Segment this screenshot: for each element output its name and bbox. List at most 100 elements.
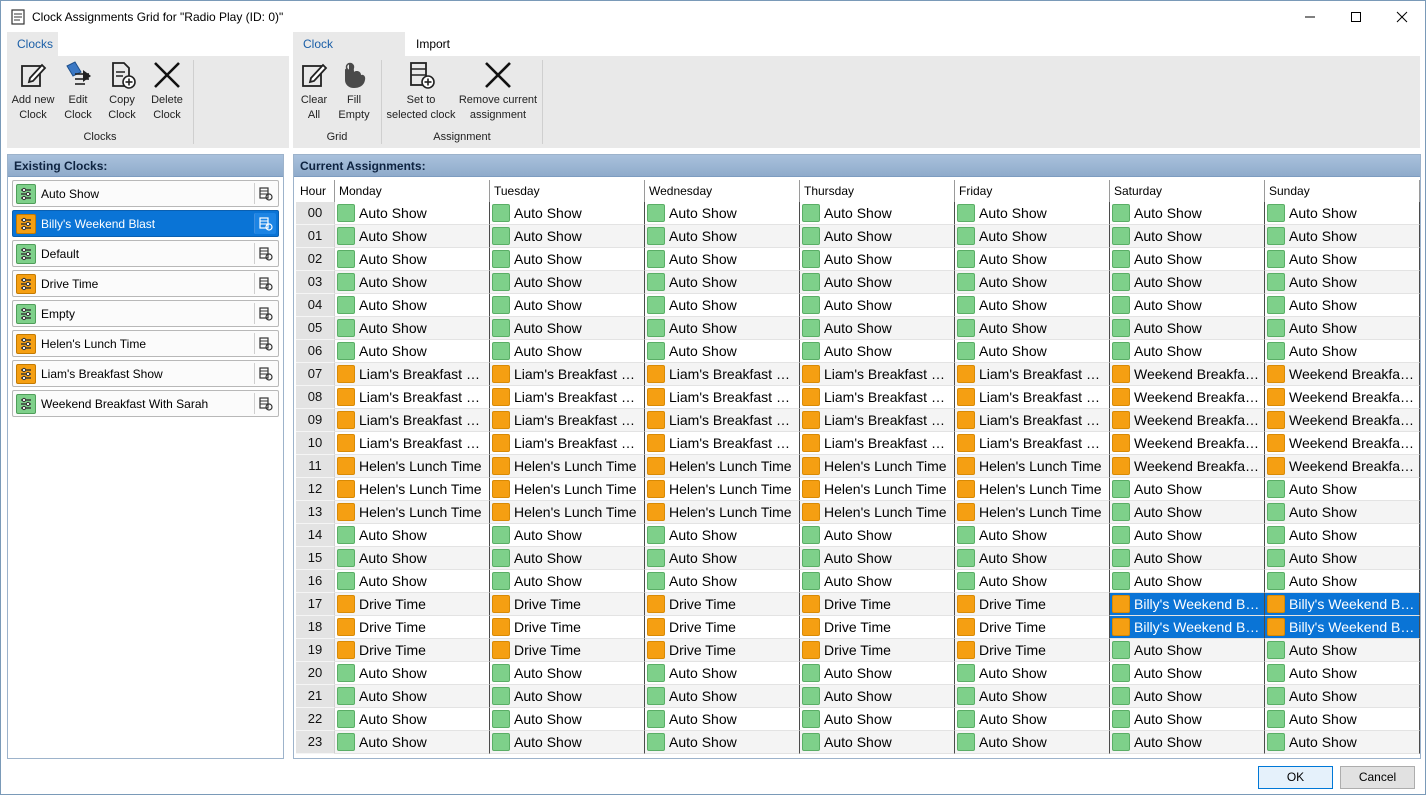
ok-button[interactable]: OK — [1258, 766, 1333, 789]
grid-assignment-cell[interactable]: Auto Show — [1110, 225, 1265, 248]
grid-assignment-cell[interactable]: Auto Show — [1110, 478, 1265, 501]
grid-assignment-cell[interactable]: Weekend Breakfast With Sarah — [1265, 432, 1420, 455]
grid-assignment-cell[interactable]: Auto Show — [1110, 340, 1265, 363]
grid-assignment-cell[interactable]: Auto Show — [335, 248, 490, 271]
grid-assignment-cell[interactable]: Helen's Lunch Time — [645, 478, 800, 501]
grid-assignment-cell[interactable]: Billy's Weekend Blast — [1110, 616, 1265, 639]
grid-assignment-cell[interactable]: Auto Show — [645, 225, 800, 248]
grid-assignment-cell[interactable]: Auto Show — [1265, 225, 1420, 248]
grid-assignment-cell[interactable]: Auto Show — [1265, 501, 1420, 524]
clock-settings-icon[interactable] — [254, 333, 276, 354]
grid-assignment-cell[interactable]: Auto Show — [1265, 478, 1420, 501]
grid-assignment-cell[interactable]: Auto Show — [490, 570, 645, 593]
grid-assignment-cell[interactable]: Auto Show — [335, 708, 490, 731]
grid-assignment-cell[interactable]: Auto Show — [955, 731, 1110, 754]
clock-list-item[interactable]: Liam's Breakfast Show — [12, 360, 279, 387]
grid-assignment-cell[interactable]: Auto Show — [800, 731, 955, 754]
add-new-clock-button[interactable]: Add new Clock — [9, 60, 57, 123]
grid-assignment-cell[interactable]: Auto Show — [955, 202, 1110, 225]
clock-list-item[interactable]: Empty — [12, 300, 279, 327]
clock-list-item[interactable]: Helen's Lunch Time — [12, 330, 279, 357]
grid-assignment-cell[interactable]: Auto Show — [335, 731, 490, 754]
grid-assignment-cell[interactable]: Auto Show — [1265, 547, 1420, 570]
grid-assignment-cell[interactable]: Weekend Breakfast With Sarah — [1110, 409, 1265, 432]
grid-assignment-cell[interactable]: Auto Show — [1110, 708, 1265, 731]
grid-assignment-cell[interactable]: Auto Show — [1265, 685, 1420, 708]
grid-assignment-cell[interactable]: Auto Show — [490, 731, 645, 754]
clock-settings-icon[interactable] — [254, 393, 276, 414]
grid-assignment-cell[interactable]: Drive Time — [490, 616, 645, 639]
grid-assignment-cell[interactable]: Drive Time — [800, 616, 955, 639]
grid-assignment-cell[interactable]: Auto Show — [645, 731, 800, 754]
grid-assignment-cell[interactable]: Auto Show — [490, 340, 645, 363]
grid-assignment-cell[interactable]: Auto Show — [1265, 639, 1420, 662]
clock-settings-icon[interactable] — [254, 303, 276, 324]
grid-assignment-cell[interactable]: Helen's Lunch Time — [490, 501, 645, 524]
grid-assignment-cell[interactable]: Billy's Weekend Blast — [1265, 616, 1420, 639]
grid-assignment-cell[interactable]: Auto Show — [1110, 570, 1265, 593]
clear-all-button[interactable]: Clear All — [297, 60, 331, 123]
grid-assignment-cell[interactable]: Auto Show — [955, 225, 1110, 248]
grid-assignment-cell[interactable]: Drive Time — [800, 639, 955, 662]
grid-assignment-cell[interactable]: Liam's Breakfast Show — [490, 432, 645, 455]
grid-assignment-cell[interactable]: Auto Show — [1110, 294, 1265, 317]
grid-assignment-cell[interactable]: Auto Show — [800, 570, 955, 593]
grid-assignment-cell[interactable]: Helen's Lunch Time — [335, 501, 490, 524]
grid-assignment-cell[interactable]: Auto Show — [490, 202, 645, 225]
grid-assignment-cell[interactable]: Helen's Lunch Time — [645, 501, 800, 524]
grid-assignment-cell[interactable]: Auto Show — [335, 271, 490, 294]
grid-assignment-cell[interactable]: Helen's Lunch Time — [645, 455, 800, 478]
grid-assignment-cell[interactable]: Drive Time — [645, 593, 800, 616]
grid-assignment-cell[interactable]: Auto Show — [645, 294, 800, 317]
grid-assignment-cell[interactable]: Auto Show — [335, 524, 490, 547]
clock-list-item[interactable]: Drive Time — [12, 270, 279, 297]
grid-assignment-cell[interactable]: Liam's Breakfast Show — [335, 432, 490, 455]
grid-assignment-cell[interactable]: Auto Show — [800, 271, 955, 294]
grid-assignment-cell[interactable]: Auto Show — [800, 708, 955, 731]
clock-list-item[interactable]: Auto Show — [12, 180, 279, 207]
grid-assignment-cell[interactable]: Helen's Lunch Time — [335, 478, 490, 501]
grid-assignment-cell[interactable]: Auto Show — [955, 340, 1110, 363]
grid-assignment-cell[interactable]: Helen's Lunch Time — [800, 478, 955, 501]
grid-assignment-cell[interactable]: Auto Show — [490, 524, 645, 547]
grid-assignment-cell[interactable]: Drive Time — [335, 616, 490, 639]
grid-assignment-cell[interactable]: Auto Show — [490, 685, 645, 708]
copy-clock-button[interactable]: Copy Clock — [102, 60, 142, 123]
grid-column-header[interactable]: Hour — [296, 180, 335, 202]
grid-assignment-cell[interactable]: Liam's Breakfast Show — [955, 432, 1110, 455]
maximize-button[interactable] — [1333, 1, 1379, 32]
grid-assignment-cell[interactable]: Auto Show — [1265, 317, 1420, 340]
grid-assignment-cell[interactable]: Auto Show — [955, 685, 1110, 708]
grid-assignment-cell[interactable]: Auto Show — [800, 202, 955, 225]
grid-assignment-cell[interactable]: Liam's Breakfast Show — [800, 432, 955, 455]
grid-assignment-cell[interactable]: Helen's Lunch Time — [800, 501, 955, 524]
grid-assignment-cell[interactable]: Auto Show — [490, 708, 645, 731]
grid-assignment-cell[interactable]: Weekend Breakfast With Sarah — [1265, 455, 1420, 478]
grid-assignment-cell[interactable]: Auto Show — [955, 248, 1110, 271]
grid-assignment-cell[interactable]: Helen's Lunch Time — [955, 478, 1110, 501]
grid-assignment-cell[interactable]: Helen's Lunch Time — [335, 455, 490, 478]
grid-assignment-cell[interactable]: Auto Show — [645, 202, 800, 225]
grid-assignment-cell[interactable]: Auto Show — [645, 685, 800, 708]
grid-assignment-cell[interactable]: Auto Show — [1265, 570, 1420, 593]
grid-assignment-cell[interactable]: Auto Show — [1265, 271, 1420, 294]
grid-assignment-cell[interactable]: Helen's Lunch Time — [955, 455, 1110, 478]
grid-assignment-cell[interactable]: Drive Time — [955, 616, 1110, 639]
grid-column-header[interactable]: Wednesday — [645, 180, 800, 202]
delete-clock-button[interactable]: Delete Clock — [146, 60, 188, 123]
grid-assignment-cell[interactable]: Auto Show — [1110, 547, 1265, 570]
clock-list-item[interactable]: Weekend Breakfast With Sarah — [12, 390, 279, 417]
grid-assignment-cell[interactable]: Auto Show — [800, 294, 955, 317]
grid-assignment-cell[interactable]: Auto Show — [490, 547, 645, 570]
grid-assignment-cell[interactable]: Auto Show — [490, 317, 645, 340]
grid-assignment-cell[interactable]: Auto Show — [800, 225, 955, 248]
grid-assignment-cell[interactable]: Liam's Breakfast Show — [335, 409, 490, 432]
grid-assignment-cell[interactable]: Drive Time — [800, 593, 955, 616]
grid-column-header[interactable]: Monday — [335, 180, 490, 202]
grid-assignment-cell[interactable]: Drive Time — [645, 639, 800, 662]
grid-assignment-cell[interactable]: Auto Show — [1265, 708, 1420, 731]
grid-assignment-cell[interactable]: Helen's Lunch Time — [800, 455, 955, 478]
clock-list-item[interactable]: Billy's Weekend Blast — [12, 210, 279, 237]
grid-assignment-cell[interactable]: Drive Time — [490, 639, 645, 662]
grid-assignment-cell[interactable]: Auto Show — [335, 547, 490, 570]
